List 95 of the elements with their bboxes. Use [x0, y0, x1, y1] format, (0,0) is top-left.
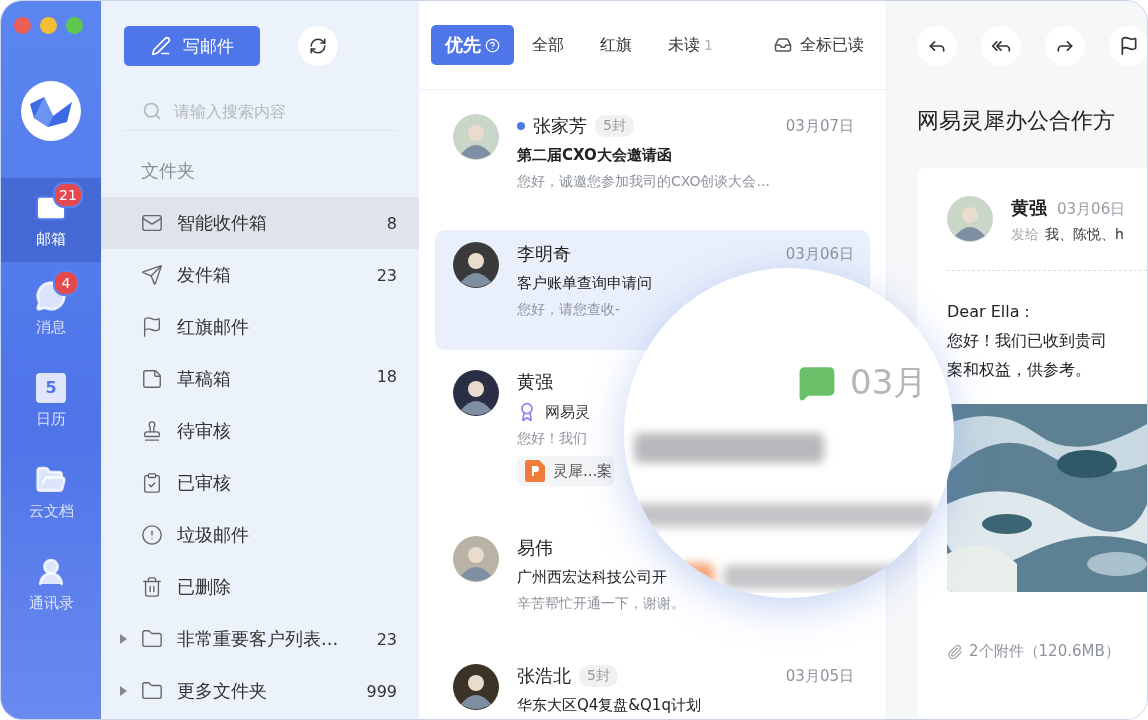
search-field[interactable]: 请输入搜索内容 [174, 101, 374, 121]
chat-icon [798, 364, 836, 402]
flag-button[interactable] [1109, 26, 1147, 66]
nav-label: 通讯录 [28, 593, 74, 613]
mail-preview: 您好！我们 [517, 430, 588, 448]
calendar-icon: 5 [36, 372, 66, 403]
pen-icon [150, 36, 171, 56]
sender-name: 张家芳 [533, 114, 587, 138]
avatar [453, 114, 499, 160]
forward-button[interactable] [1045, 26, 1085, 66]
avatar [453, 370, 499, 416]
mail-date: 03月 [850, 361, 928, 404]
folder-item[interactable]: 非常重要客户列表... 23 [101, 613, 419, 665]
folder-item[interactable]: 草稿箱 18 [101, 353, 419, 405]
folder-item[interactable]: 待审核 [101, 405, 419, 457]
filter-tab[interactable]: 优先 [431, 25, 514, 65]
folder-item[interactable]: 垃圾邮件 [101, 509, 419, 561]
folder-count: 999 [366, 681, 397, 701]
refresh-icon [309, 37, 327, 55]
sender-name: 李明奇 [517, 242, 571, 266]
folder-icon [141, 680, 163, 702]
folder-count: 23 [376, 265, 397, 285]
mail-date: 03月05日 [785, 666, 854, 686]
folder-item[interactable]: 更多文件夹 999 [101, 665, 419, 717]
body-text: 您好！我们已收到贵司 [947, 330, 1108, 352]
body-text: 案和权益，供参考。 [947, 359, 1092, 381]
folder-item[interactable]: 已删除 [101, 561, 419, 613]
unread-badge: 4 [53, 269, 79, 296]
mail-preview: 您好，请您查收- [517, 301, 622, 319]
folder-item[interactable]: 红旗邮件 [101, 301, 419, 353]
nav-label: 日历 [36, 409, 66, 429]
refresh-button[interactable] [298, 26, 338, 66]
folder-count: 8 [386, 213, 397, 233]
mail-tag: 网易灵 [545, 402, 590, 422]
attachment-summary: 2个附件（120.6MB） [947, 642, 1147, 661]
section-heading: 文件夹 [141, 159, 196, 183]
mail-date: 03月07日 [785, 116, 854, 136]
avatar [453, 536, 499, 582]
note-icon [141, 368, 163, 390]
folder-icon [141, 628, 163, 650]
avatar [453, 664, 499, 710]
mail-preview: 辛苦帮忙开通一下，谢谢。 [517, 595, 686, 613]
reply-button[interactable] [917, 26, 957, 66]
mail-subject: 广州西宏达科技公司开 [517, 568, 668, 587]
mail-date: 03月06日 [1057, 200, 1126, 218]
slides-file-icon [525, 460, 545, 482]
inbox-icon [774, 36, 792, 54]
mail-date: 03月06日 [785, 244, 854, 264]
clipboard-check-icon [141, 472, 163, 494]
thread-count: 5封 [595, 115, 634, 137]
folder-item[interactable]: 智能收件箱 8 [101, 197, 419, 249]
collapsed-arrow-icon[interactable] [119, 686, 127, 696]
folder-item[interactable]: 发件箱 23 [101, 249, 419, 301]
reply-all-button[interactable] [981, 26, 1021, 66]
compose-button[interactable]: 写邮件 [124, 26, 260, 66]
recipients: 发给 我、陈悦、h [1011, 226, 1125, 244]
help-icon [485, 37, 500, 53]
folder-count: 18 [376, 367, 397, 386]
greeting: Dear Ella： [947, 301, 1037, 323]
nav-label: 邮箱 [36, 229, 66, 249]
mail-subject: 华东大区Q4复盘&Q1q计划 [517, 696, 702, 715]
attachment-chip[interactable]: 灵犀...案 [517, 456, 615, 486]
filter-tab[interactable]: 全部 [522, 25, 574, 65]
flag-icon [141, 316, 163, 338]
mail-preview: 您好，诚邀您参加我司的CXO创谈大会... [517, 173, 771, 191]
search-icon [142, 101, 162, 121]
nav-label: 消息 [36, 317, 66, 337]
avatar [453, 242, 499, 288]
mail-icon [141, 212, 163, 234]
mail-subject: 第二届CXO大会邀请函 [517, 146, 673, 165]
filter-tab[interactable]: 未读 1 [658, 25, 723, 65]
mail-subject: 客户账单查询申请问 [517, 274, 653, 293]
sender-name: 黄强 [1011, 197, 1047, 218]
nav-label: 云文档 [28, 501, 74, 521]
filter-tab[interactable]: 红旗 [590, 25, 642, 65]
mail-title: 网易灵犀办公合作方 [917, 107, 1116, 135]
nav-item[interactable]: 4 消息 [1, 262, 101, 354]
sender-name: 易伟 [517, 536, 553, 560]
avatar [947, 196, 993, 242]
nav-item[interactable]: 21 邮箱 [1, 178, 101, 262]
trash-icon [141, 576, 163, 598]
collapsed-arrow-icon[interactable] [119, 634, 127, 644]
sender-name: 张浩北 [517, 664, 571, 688]
folder-item[interactable]: 已审核 [101, 457, 419, 509]
paperclip-icon [947, 643, 963, 660]
app-logo [20, 80, 82, 142]
stamp-icon [141, 420, 163, 442]
flag-icon [1119, 36, 1139, 56]
folder-count: 23 [376, 629, 397, 649]
send-icon [141, 264, 163, 286]
unread-badge: 21 [53, 181, 83, 208]
alert-icon [141, 524, 163, 546]
thread-count: 5封 [579, 665, 618, 687]
mark-all-read-button[interactable]: 全标已读 [768, 33, 870, 57]
sender-name: 黄强 [517, 370, 553, 394]
